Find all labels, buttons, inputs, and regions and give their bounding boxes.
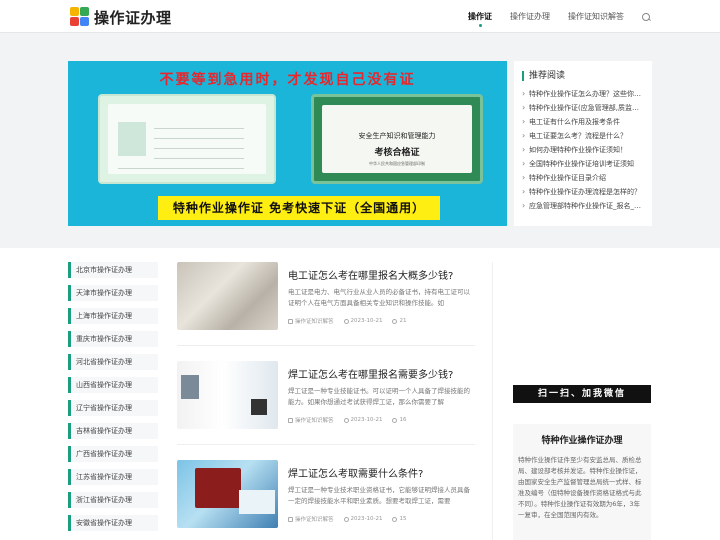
site-title: 操作证办理 (94, 8, 172, 27)
sidebar-item-region[interactable]: 北京市操作证办理 (68, 262, 158, 278)
article-excerpt: 焊工证是一种专业技能证书。可以证明一个人具备了焊接技能的能力。如果你想通过考试获… (288, 387, 470, 406)
article-views: 21 (399, 318, 407, 324)
cert-title-line1: 安全生产知识和管理能力 (358, 132, 436, 140)
sidebar-item-region[interactable]: 浙江省操作证办理 (68, 492, 158, 508)
recommend-item[interactable]: 特种作业操作证(应急管理部,质监局,建委) (522, 101, 644, 115)
widget-text: 特种作业操作证件至少有安监总局、质检总局、建设部考核并发证。特种作业操作证，由国… (518, 456, 642, 519)
logo-icon (70, 7, 90, 27)
hero-banner[interactable]: 不要等到急用时，才发现自己没有证 安全生产知识和管理能力 考核合格证 中华人民共… (68, 61, 507, 226)
list-item: 电工证怎么考在哪里报名大概多少钱? 电工证是电力、电气行业从业人员的必备证书，持… (177, 262, 475, 346)
sidebar-item-region[interactable]: 安徽省操作证办理 (68, 515, 158, 531)
recommend-item[interactable]: 应急管理部特种作业操作证_报名_培训_考试 (522, 199, 644, 213)
cert-title-line2: 考核合格证 (374, 148, 420, 158)
info-widget: 特种作业操作证办理 特种作业操作证件至少有安监总局、质检总局、建设部考核并发证。… (513, 424, 651, 540)
article-thumbnail[interactable] (177, 460, 278, 528)
wechat-banner[interactable]: 扫一扫、加我微信 (513, 385, 651, 403)
article-list: 电工证怎么考在哪里报名大概多少钱? 电工证是电力、电气行业从业人员的必备证书，持… (177, 262, 475, 540)
folder-icon (288, 417, 293, 423)
site-logo[interactable]: 操作证办理 (70, 6, 172, 28)
article-views: 15 (399, 516, 407, 522)
article-title[interactable]: 焊工证怎么考取需要什么条件? (288, 465, 423, 480)
list-item: 焊工证怎么考取需要什么条件? 焊工证是一种专业技术职业资格证书，它能够证明焊接人… (177, 460, 475, 528)
folder-icon (288, 516, 293, 522)
folder-icon (288, 318, 293, 324)
article-thumbnail[interactable] (177, 262, 278, 330)
sidebar-item-region[interactable]: 上海市操作证办理 (68, 308, 158, 324)
widget-title: 特种作业操作证办理 (541, 436, 623, 446)
nav-item-home[interactable]: 操作证 (468, 0, 492, 33)
article-date: 2023-10-21 (350, 318, 383, 324)
recommend-item[interactable]: 特种作业操作证目录介绍 (522, 171, 644, 185)
sidebar-item-region[interactable]: 江苏省操作证办理 (68, 469, 158, 485)
article-excerpt: 焊工证是一种专业技术职业资格证书，它能够证明焊接人员具备一定的焊接技能水平和职业… (288, 486, 470, 505)
recommend-panel: 推荐阅读 特种作业操作证怎么办理？这些你必须知道 特种作业操作证(应急管理部,质… (514, 61, 652, 226)
clock-icon (343, 516, 349, 522)
region-sidebar: 北京市操作证办理 天津市操作证办理 上海市操作证办理 重庆市操作证办理 河北省操… (68, 262, 158, 538)
sidebar-item-region[interactable]: 山西省操作证办理 (68, 377, 158, 393)
nav-item-handle[interactable]: 操作证办理 (510, 0, 550, 33)
eye-icon (392, 516, 398, 522)
nav-item-knowledge[interactable]: 操作证知识解答 (568, 0, 624, 33)
certificate-card-left (98, 94, 276, 184)
banner-slogan: 特种作业操作证 免考快速下证（全国通用） (158, 196, 440, 220)
list-item: 焊工证怎么考在哪里报名需要多少钱? 焊工证是一种专业技能证书。可以证明一个人具备… (177, 361, 475, 445)
recommend-item[interactable]: 电工证有什么作用及报考条件 (522, 115, 644, 129)
sidebar-item-region[interactable]: 广西省操作证办理 (68, 446, 158, 462)
cert-footer: 中华人民共和国应急管理部印制 (369, 161, 425, 166)
recommend-item[interactable]: 如何办理特种作业操作证须知！ (522, 143, 644, 157)
search-icon[interactable] (642, 12, 650, 21)
article-date: 2023-10-21 (350, 417, 383, 423)
recommend-item[interactable]: 特种作业操作证办理流程是怎样的？ (522, 185, 644, 199)
article-meta: 操作证知识解答 2023-10-21 21 (288, 317, 406, 325)
eye-icon (392, 318, 398, 324)
article-date: 2023-10-21 (350, 516, 383, 522)
sidebar-item-region[interactable]: 重庆市操作证办理 (68, 331, 158, 347)
article-category[interactable]: 操作证知识解答 (295, 317, 334, 325)
sidebar-item-region[interactable]: 辽宁省操作证办理 (68, 400, 158, 416)
recommend-item[interactable]: 特种作业操作证怎么办理？这些你必须知道 (522, 87, 644, 101)
main-nav: 操作证 操作证办理 操作证知识解答 (450, 0, 650, 33)
article-category[interactable]: 操作证知识解答 (295, 416, 334, 424)
sidebar-item-region[interactable]: 河北省操作证办理 (68, 354, 158, 370)
article-meta: 操作证知识解答 2023-10-21 15 (288, 515, 406, 523)
recommend-item[interactable]: 电工证要怎么考？流程是什么？ (522, 129, 644, 143)
article-thumbnail[interactable] (177, 361, 278, 429)
recommend-title: 推荐阅读 (522, 71, 644, 81)
recommend-item[interactable]: 全国特种作业操作证培训考证须知 (522, 157, 644, 171)
photo-placeholder (118, 122, 146, 156)
clock-icon (343, 318, 349, 324)
article-meta: 操作证知识解答 2023-10-21 16 (288, 416, 406, 424)
banner-headline: 不要等到急用时，才发现自己没有证 (159, 72, 416, 88)
sidebar-item-region[interactable]: 天津市操作证办理 (68, 285, 158, 301)
article-views: 16 (399, 417, 407, 423)
eye-icon (392, 417, 398, 423)
site-header: 操作证办理 操作证 操作证办理 操作证知识解答 (0, 0, 720, 33)
certificate-card-right: 安全生产知识和管理能力 考核合格证 中华人民共和国应急管理部印制 (311, 94, 483, 184)
clock-icon (343, 417, 349, 423)
column-divider (492, 262, 493, 540)
article-title[interactable]: 焊工证怎么考在哪里报名需要多少钱? (288, 366, 453, 381)
article-excerpt: 电工证是电力、电气行业从业人员的必备证书，持有电工证可以证明个人在电气方面具备相… (288, 288, 470, 307)
article-title[interactable]: 电工证怎么考在哪里报名大概多少钱? (288, 267, 453, 282)
article-category[interactable]: 操作证知识解答 (295, 515, 334, 523)
sidebar-item-region[interactable]: 吉林省操作证办理 (68, 423, 158, 439)
